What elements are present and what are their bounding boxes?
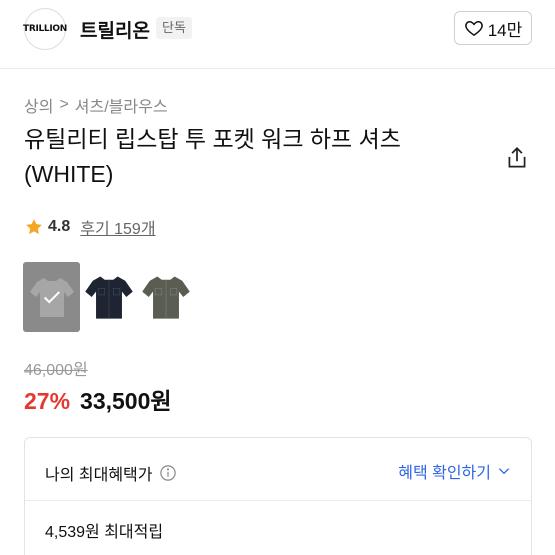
- rating-value: 4.8: [48, 218, 71, 235]
- original-price: 46,000원: [24, 362, 88, 379]
- max-points: 4,539원 최대적립: [45, 524, 164, 541]
- check-benefit-label: 혜택 확인하기: [398, 465, 491, 482]
- benefit-box: 나의 최대혜택가 혜택 확인하기 4,539원 최대적립: [24, 437, 532, 555]
- store-header: TRILLION 트릴리온 단독 14만: [0, 0, 555, 56]
- benefit-title-label: 나의 최대혜택가: [45, 467, 153, 484]
- chevron-down-icon: [498, 468, 510, 475]
- shirt-thumbnail: [84, 276, 133, 319]
- header-divider: [0, 68, 555, 69]
- shirt-thumbnail: [141, 276, 190, 319]
- share-button[interactable]: [504, 145, 530, 171]
- share-icon: [508, 147, 526, 168]
- breadcrumb-category[interactable]: 상의: [24, 93, 53, 117]
- discount-rate: 27%: [24, 388, 71, 414]
- swatch-olive[interactable]: [137, 262, 194, 332]
- sale-price: 33,500원: [80, 388, 172, 414]
- breadcrumb-separator: >: [59, 96, 69, 113]
- info-icon[interactable]: [159, 464, 177, 482]
- rating-row: 4.8 후기 159개: [24, 215, 156, 239]
- like-count: 14만: [487, 20, 523, 40]
- color-swatches: [23, 262, 194, 332]
- swatch-white[interactable]: [23, 262, 80, 332]
- check-icon: [43, 291, 60, 304]
- breadcrumb-subcategory[interactable]: 셔츠/블라우스: [75, 93, 168, 117]
- brand-logo-text: TRILLION: [22, 24, 68, 34]
- price-row: 27% 33,500원: [24, 382, 172, 416]
- like-button[interactable]: 14만: [454, 11, 532, 45]
- product-title: 유틸리티 립스탑 투 포켓 워크 하프 셔츠 (WHITE): [24, 126, 401, 187]
- brand-logo[interactable]: TRILLION: [22, 8, 68, 50]
- benefit-title: 나의 최대혜택가: [45, 461, 177, 485]
- swatch-navy[interactable]: [80, 262, 137, 332]
- selected-check: [23, 262, 80, 332]
- heart-icon: [464, 20, 483, 36]
- brand-name[interactable]: 트릴리온: [80, 16, 150, 43]
- review-count-link[interactable]: 후기 159개: [80, 215, 155, 239]
- star-icon: [26, 219, 42, 235]
- benefit-divider: [25, 500, 531, 501]
- check-benefit-button[interactable]: 혜택 확인하기: [398, 459, 511, 483]
- exclusive-badge: 단독: [156, 17, 192, 39]
- breadcrumb: 상의 > 셔츠/블라우스: [24, 93, 168, 117]
